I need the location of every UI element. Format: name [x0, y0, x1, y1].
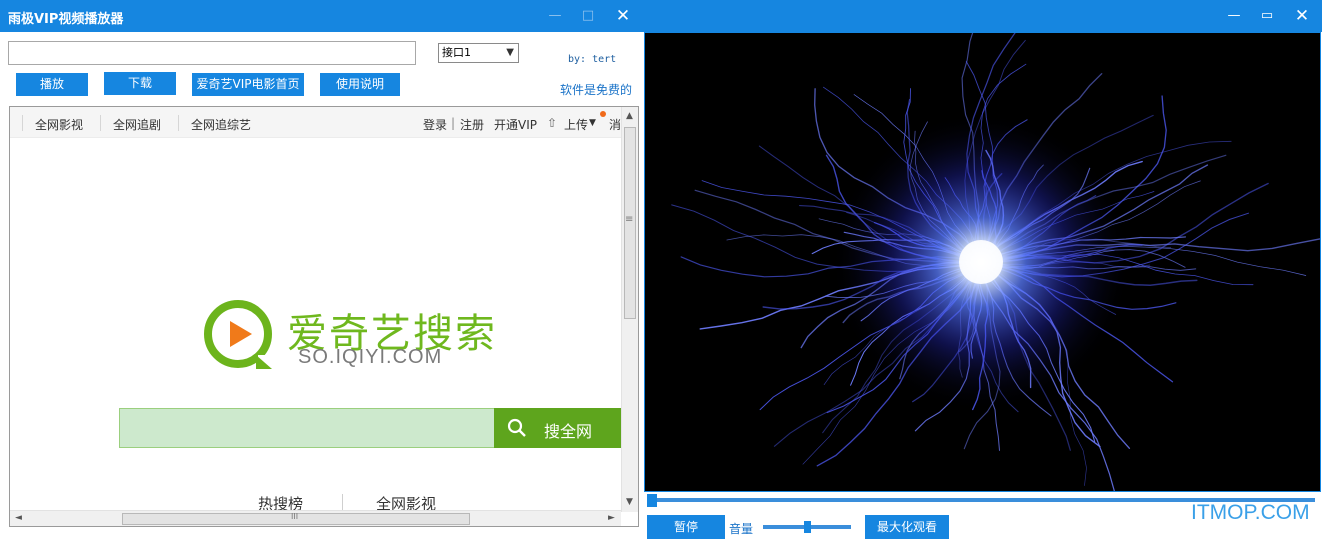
video-area[interactable]	[644, 32, 1321, 492]
search-button-label: 搜全网	[544, 422, 593, 441]
scroll-left-icon[interactable]: ◄	[15, 513, 22, 523]
scroll-up-icon[interactable]: ▲	[626, 111, 633, 121]
iqiyi-home-button[interactable]: 爱奇艺VIP电影首页	[192, 73, 304, 96]
scroll-right-icon[interactable]: ►	[608, 513, 615, 523]
url-input[interactable]	[8, 41, 416, 65]
site-nav-bar: 全网影视 全网追剧 全网追综艺 登录 | 注册 开通VIP ⇧ 上传 ▼ 消	[10, 107, 621, 138]
player-window: — ▭ ✕ 暂停 音量 最大化观看 ITMOP.COM	[643, 0, 1322, 539]
chevron-down-icon: ▼	[506, 47, 514, 58]
play-button[interactable]: 播放	[16, 73, 88, 96]
open-vip-link[interactable]: 开通VIP	[494, 116, 537, 133]
horizontal-scroll-thumb[interactable]: III	[122, 512, 470, 525]
manual-button[interactable]: 使用说明	[320, 73, 400, 96]
scroll-down-icon[interactable]: ▼	[626, 497, 633, 507]
nav-divider	[178, 115, 179, 131]
site-watermark: ITMOP.COM	[1191, 501, 1310, 524]
main-window: 雨极VIP视频播放器 — □ ✕ 接口1 ▼ by: tert 播放 下载 爱奇…	[0, 0, 643, 539]
interface-select-value: 接口1	[442, 46, 471, 59]
search-input[interactable]	[119, 408, 495, 448]
player-minimize-icon[interactable]: —	[1223, 5, 1245, 27]
pause-button[interactable]: 暂停	[647, 515, 725, 539]
hscroll-grip: III	[291, 512, 299, 521]
embedded-browser: 全网影视 全网追剧 全网追综艺 登录 | 注册 开通VIP ⇧ 上传 ▼ 消 爱…	[9, 106, 639, 527]
nav-all-movies[interactable]: 全网影视	[35, 116, 83, 133]
player-title-bar: — ▭ ✕	[643, 0, 1322, 32]
app-root: 雨极VIP视频播放器 — □ ✕ 接口1 ▼ by: tert 播放 下载 爱奇…	[0, 0, 1322, 539]
logo-subtitle: SO.IQIYI.COM	[298, 346, 443, 368]
player-close-icon[interactable]: ✕	[1291, 5, 1313, 27]
free-notice: 软件是免费的	[560, 83, 633, 97]
tab-divider	[342, 494, 343, 510]
minimize-icon[interactable]: —	[544, 5, 566, 27]
volume-handle[interactable]	[804, 521, 811, 533]
horizontal-scrollbar[interactable]: ◄ III ►	[10, 510, 621, 526]
vertical-scroll-thumb[interactable]: ≡	[624, 127, 636, 319]
player-maximize-icon[interactable]: ▭	[1256, 5, 1278, 27]
nav-all-series[interactable]: 全网追剧	[113, 116, 161, 133]
scroll-grip: ≡	[625, 214, 634, 225]
maximize-icon[interactable]: □	[577, 5, 599, 27]
maximize-view-button[interactable]: 最大化观看	[865, 515, 949, 539]
plasma-burst-image	[671, 33, 1320, 491]
search-all-button[interactable]: 搜全网	[494, 408, 622, 448]
nav-divider	[100, 115, 101, 131]
progress-handle[interactable]	[647, 494, 657, 507]
window-title: 雨极VIP视频播放器	[8, 12, 124, 27]
iqiyi-logo-icon	[204, 300, 274, 369]
download-button[interactable]: 下载	[104, 72, 176, 95]
register-link[interactable]: 注册	[460, 116, 484, 133]
title-bar: 雨极VIP视频播放器 — □ ✕	[0, 0, 643, 32]
notification-dot	[600, 111, 606, 117]
upload-link[interactable]: 上传	[564, 116, 588, 133]
nav-all-variety[interactable]: 全网追综艺	[191, 116, 251, 133]
vertical-scrollbar[interactable]: ▲ ≡ ▼	[621, 107, 638, 512]
close-icon[interactable]: ✕	[612, 5, 634, 27]
upload-icon[interactable]: ⇧	[547, 116, 557, 130]
login-link[interactable]: 登录	[423, 116, 447, 133]
author-credit: by: tert	[568, 54, 617, 65]
interface-select[interactable]: 接口1 ▼	[438, 43, 519, 63]
search-icon	[507, 418, 526, 437]
volume-label: 音量	[729, 522, 754, 536]
caret-down-icon[interactable]: ▼	[589, 118, 596, 128]
nav-pipe: |	[451, 116, 456, 130]
nav-divider	[22, 115, 23, 131]
message-link[interactable]: 消	[609, 116, 621, 133]
